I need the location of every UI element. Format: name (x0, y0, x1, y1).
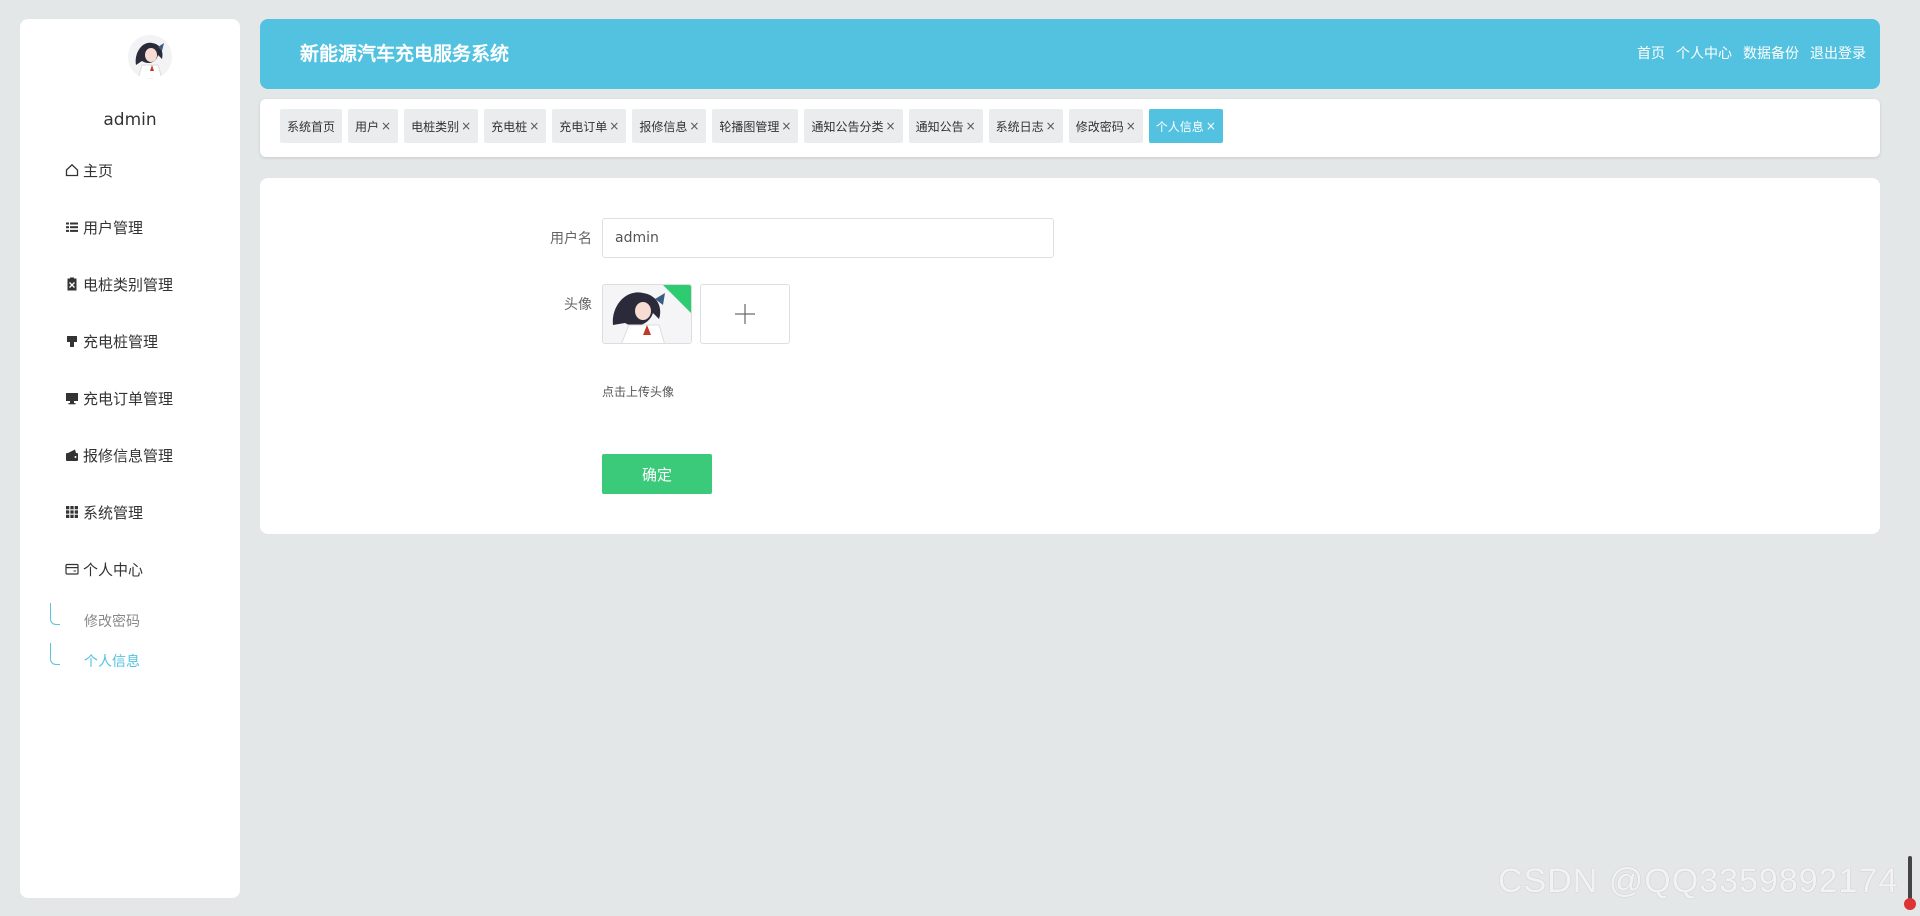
avatar (128, 35, 172, 79)
sidebar-item-repair-info[interactable]: 报修信息管理 (64, 440, 234, 470)
thermometer-bulb-icon (1904, 898, 1916, 910)
close-icon[interactable]: × (966, 119, 976, 133)
tab-label: 用户 (355, 119, 380, 134)
upload-hint: 点击上传头像 (602, 385, 675, 399)
tab-label: 系统首页 (287, 119, 336, 134)
list-icon (64, 219, 80, 235)
tab-notice-category[interactable]: 通知公告分类 × (804, 109, 903, 143)
tab-charging-order[interactable]: 充电订单 × (552, 109, 627, 143)
tabs-bar: 系统首页 用户 × 电桩类别 × 充电桩 × 充电订单 × 报修信息 × 轮播图管理 × 通… (260, 99, 1880, 157)
avatar-preview[interactable] (602, 284, 692, 344)
tab-system-home[interactable]: 系统首页 (280, 109, 343, 143)
tabs-list: 系统首页 用户 × 电桩类别 × 充电桩 × 充电订单 × 报修信息 × 轮播图管理 × 通… (280, 109, 1223, 143)
nav-backup-link[interactable]: 数据备份 (1743, 45, 1799, 63)
sidebar-item-label: 充电订单管理 (83, 389, 174, 408)
tab-change-password[interactable]: 修改密码 × (1068, 109, 1143, 143)
sidebar-subitem-personal-info[interactable]: 个人信息 (50, 643, 220, 676)
tab-label: 轮播图管理 (719, 119, 780, 134)
close-icon[interactable]: × (461, 119, 471, 133)
sidebar-item-personal-center[interactable]: 个人中心 (64, 554, 234, 584)
tab-label: 通知公告 (915, 119, 964, 134)
tab-label: 报修信息 (639, 119, 688, 134)
avatar-upload-button[interactable] (700, 284, 790, 344)
submit-button[interactable]: 确定 (602, 454, 712, 494)
tab-label: 充电订单 (559, 119, 608, 134)
app-title: 新能源汽车充电服务系统 (300, 43, 510, 65)
tab-carousel[interactable]: 轮播图管理 × (712, 109, 799, 143)
sidebar-item-label: 充电桩管理 (83, 332, 159, 351)
tree-connector (50, 643, 60, 665)
nav-personal-center-link[interactable]: 个人中心 (1676, 45, 1732, 63)
nav-home-link[interactable]: 首页 (1637, 45, 1665, 63)
sidebar-username: admin (103, 110, 157, 130)
tab-pile-category[interactable]: 电桩类别 × (404, 109, 479, 143)
sidebar: admin 主页 用户管理 电桩类别管理 充电桩管理 充电订单管理 报修信息管理… (20, 19, 240, 898)
tab-label: 系统日志 (995, 119, 1044, 134)
avatar-label: 头像 (564, 297, 592, 313)
tab-label: 通知公告分类 (811, 119, 884, 134)
plus-icon (735, 304, 755, 324)
username-label: 用户名 (550, 231, 592, 247)
close-icon[interactable]: × (1046, 119, 1056, 133)
sidebar-item-label: 个人中心 (83, 560, 144, 579)
tab-users[interactable]: 用户 × (348, 109, 399, 143)
top-header: 新能源汽车充电服务系统 首页 个人中心 数据备份 退出登录 (260, 19, 1880, 89)
charger-icon (64, 333, 80, 349)
sidebar-item-label: 电桩类别管理 (83, 275, 174, 294)
sidebar-subitem-change-password[interactable]: 修改密码 (50, 603, 220, 636)
tab-label: 电桩类别 (411, 119, 460, 134)
close-icon[interactable]: × (381, 119, 391, 133)
avatar-illustration (128, 35, 172, 79)
tab-system-log[interactable]: 系统日志 × (988, 109, 1063, 143)
tab-label: 充电桩 (491, 119, 528, 134)
tab-label: 个人信息 (1155, 119, 1204, 134)
sidebar-item-charging-pile[interactable]: 充电桩管理 (64, 326, 234, 356)
wallet-icon (64, 447, 80, 463)
close-icon[interactable]: × (609, 119, 619, 133)
card-icon (64, 561, 80, 577)
thermometer-icon (1908, 856, 1912, 904)
close-icon[interactable]: × (1206, 119, 1216, 133)
sidebar-subitem-label: 修改密码 (84, 614, 140, 630)
app-root: admin 主页 用户管理 电桩类别管理 充电桩管理 充电订单管理 报修信息管理… (0, 0, 1920, 916)
sidebar-item-label: 系统管理 (83, 503, 144, 522)
sidebar-item-users[interactable]: 用户管理 (64, 212, 234, 242)
sidebar-item-charging-order[interactable]: 充电订单管理 (64, 383, 234, 413)
close-icon[interactable]: × (689, 119, 699, 133)
tab-personal-info[interactable]: 个人信息 × (1148, 109, 1223, 143)
home-icon (64, 162, 80, 178)
clipboard-icon (64, 276, 80, 292)
tab-charging-pile[interactable]: 充电桩 × (484, 109, 547, 143)
sidebar-item-label: 主页 (83, 161, 114, 180)
watermark: CSDN @QQ3359892174 (1498, 862, 1899, 900)
profile-form-card: 用户名 头像 点击上传头像 确定 (260, 178, 1880, 534)
grid-icon (64, 504, 80, 520)
close-icon[interactable]: × (529, 119, 539, 133)
username-input[interactable] (602, 218, 1054, 258)
header-nav: 首页 个人中心 数据备份 退出登录 (1637, 45, 1866, 63)
sidebar-item-home[interactable]: 主页 (64, 155, 234, 185)
close-icon[interactable]: × (886, 119, 896, 133)
tree-connector (50, 603, 60, 625)
sidebar-subitem-label: 个人信息 (84, 654, 140, 670)
tab-repair-info[interactable]: 报修信息 × (632, 109, 707, 143)
monitor-icon (64, 390, 80, 406)
tab-label: 修改密码 (1075, 119, 1124, 134)
sidebar-item-label: 报修信息管理 (83, 446, 174, 465)
check-icon (663, 285, 691, 313)
sidebar-item-system[interactable]: 系统管理 (64, 497, 234, 527)
sidebar-item-pile-category[interactable]: 电桩类别管理 (64, 269, 234, 299)
sidebar-item-label: 用户管理 (83, 218, 144, 237)
close-icon[interactable]: × (781, 119, 791, 133)
close-icon[interactable]: × (1126, 119, 1136, 133)
nav-logout-link[interactable]: 退出登录 (1810, 45, 1866, 63)
tab-notice[interactable]: 通知公告 × (908, 109, 983, 143)
